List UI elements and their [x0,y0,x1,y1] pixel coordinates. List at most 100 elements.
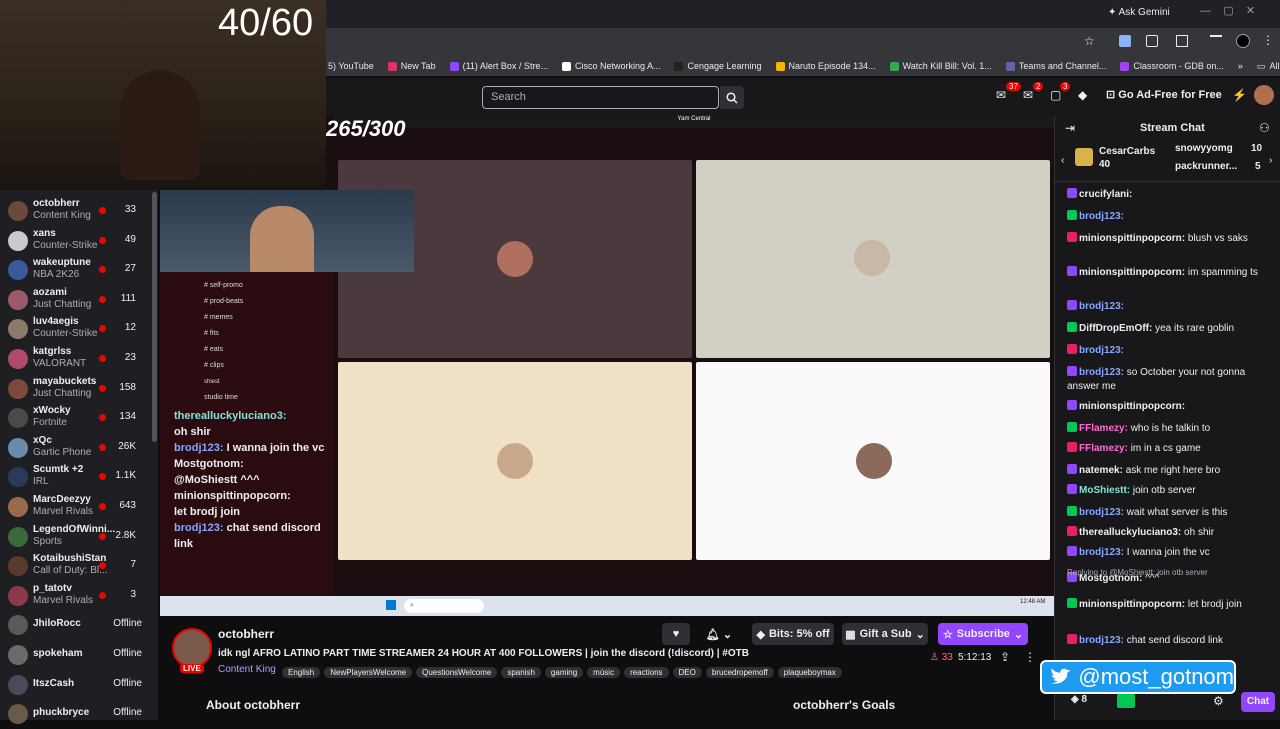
prime-crown-icon[interactable]: ◆ [1078,88,1087,102]
tag[interactable]: NewPlayersWelcome [324,667,413,678]
chat-username[interactable]: therealluckyluciano3: [1079,527,1181,538]
puzzle-icon[interactable] [1146,35,1158,47]
channel-item[interactable]: # prod-beats [204,294,243,310]
chat-username[interactable]: brodj123: [1079,507,1124,518]
chat-username[interactable]: brodj123: [1079,547,1124,558]
sidebar-channel-item[interactable]: LegendOfWinni... Sports 2.8K [0,522,150,552]
follow-heart-button[interactable]: ♥ [662,623,690,645]
sidebar-scrollbar[interactable] [152,192,157,442]
tag[interactable]: brucedropemoff [705,667,774,678]
inbox-icon[interactable]: ✉ [996,88,1006,102]
channel-item[interactable]: # eats [204,342,243,358]
chat-username[interactable]: FFlamezy: [1079,423,1128,434]
bookmark-newtab[interactable]: New Tab [387,61,436,71]
sidebar-channel-item[interactable]: aozami Just Chatting 111 [0,285,150,315]
bookmark-killbill[interactable]: Watch Kill Bill: Vol. 1... [889,61,992,71]
notification-bell-button[interactable]: 🔔︎ ⌄ [700,623,738,645]
chat-settings-icon[interactable]: ⚙ [1213,694,1224,708]
chat-send-button[interactable]: Chat [1241,692,1275,712]
chat-username[interactable]: minionspittinpopcorn: [1079,233,1185,244]
all-bookmarks-button[interactable]: ▭ All Bookmarks [1257,61,1280,72]
chat-username[interactable]: DiffDropEmOff: [1079,323,1152,334]
sidebar-channel-item[interactable]: octobherr Content King 33 [0,196,150,226]
channel-item[interactable]: # self-promo [204,278,243,294]
channel-name[interactable]: octobherr [218,627,274,641]
channel-item[interactable]: # fits [204,326,243,342]
leaderboard-prev-icon[interactable]: ‹ [1061,155,1064,166]
tag[interactable]: gaming [544,667,584,678]
whispers-icon[interactable]: ✉ [1023,88,1033,102]
user-avatar[interactable] [1254,85,1274,105]
extension-icon[interactable] [1119,35,1131,47]
tag[interactable]: plaqueboymax [777,667,842,678]
sidebar-channel-item[interactable]: phuckbryce Offline [0,699,150,729]
turbo-icon[interactable]: ⚡ [1232,88,1247,102]
channel-item[interactable]: # memes [204,310,243,326]
sidebar-channel-item[interactable]: mayabuckets Just Chatting 158 [0,374,150,404]
more-menu-icon[interactable]: ⋮ [1262,33,1274,47]
sidebar-channel-item[interactable]: wakeuptune NBA 2K26 27 [0,255,150,285]
bits-button[interactable]: ◆ Bits: 5% off [752,623,834,645]
bookmark-teams[interactable]: Teams and Channel... [1005,61,1106,71]
tag[interactable]: músic [587,667,621,678]
bookmark-alertbox[interactable]: (11) Alert Box / Stre... [449,61,548,71]
chat-username[interactable]: natemek: [1079,465,1123,476]
users-in-chat-icon[interactable]: ⚇ [1259,121,1270,135]
sidebar-channel-item[interactable]: spokeham Offline [0,640,150,670]
windows-start-icon[interactable] [386,600,396,610]
bookmark-naruto[interactable]: Naruto Episode 134... [775,61,876,71]
bookmark-star-icon[interactable]: ☆ [1084,34,1095,48]
chat-username[interactable]: MoShiestt: [1079,485,1130,496]
chat-username[interactable]: brodj123: [1079,635,1124,646]
channel-item[interactable]: # clips [204,358,243,374]
taskbar-search[interactable]: ⌕ [404,599,484,613]
leaderboard-next-icon[interactable]: › [1269,155,1272,166]
call-tile-4[interactable] [696,362,1050,560]
chat-username[interactable]: brodj123: [1079,345,1124,356]
sidebar-channel-item[interactable]: MarcDeezyy Marvel Rivals 643 [0,492,150,522]
channel-points[interactable]: ◈ 8 [1071,694,1087,705]
sidebar-channel-item[interactable]: p_tatotv Marvel Rivals 3 [0,581,150,611]
call-tile-3[interactable] [338,362,692,560]
points-reward-icon[interactable] [1117,694,1135,708]
voice-channel[interactable]: studio time [204,390,243,406]
ask-gemini-button[interactable]: ✦ Ask Gemini [1108,7,1170,18]
search-button[interactable] [720,86,744,109]
bookmark-cisco[interactable]: Cisco Networking A... [561,61,660,71]
sidebar-channel-item[interactable]: ItszCash Offline [0,670,150,700]
sidebar-channel-item[interactable]: KotaibushiStan Call of Duty: Bl... 7 [0,551,150,581]
gift-sub-button[interactable]: ▦ Gift a Sub ⌄ [842,623,928,645]
bookmark-youtube[interactable]: 5) YouTube [328,61,374,71]
window-controls[interactable]: — ▢ ✕ [1200,4,1255,17]
sidebar-channel-item[interactable]: katgrlss VALORANT 23 [0,344,150,374]
share-icon[interactable]: ⇪ [1000,650,1010,664]
chat-username[interactable]: brodj123: [1079,211,1124,222]
notifications-icon[interactable]: ▢ [1050,88,1061,102]
bookmarks-overflow-icon[interactable]: » [1238,61,1243,71]
chat-username[interactable]: crucifylani: [1079,189,1132,200]
call-tile-2[interactable] [696,160,1050,358]
search-input[interactable]: Search [482,86,719,109]
sidebar-channel-item[interactable]: xWocky Fortnite 134 [0,403,150,433]
tag[interactable]: English [282,667,321,678]
tag[interactable]: reactions [624,667,669,678]
chat-username[interactable]: FFlamezy: [1079,443,1128,454]
tag[interactable]: DEO [672,667,702,678]
split-view-icon[interactable] [1176,35,1188,47]
chat-username[interactable]: minionspittinpopcorn: [1079,401,1185,412]
chat-username[interactable]: brodj123: [1079,367,1124,378]
menu-list-icon[interactable] [1210,35,1222,47]
sidebar-channel-item[interactable]: xQc Gartic Phone 26K [0,433,150,463]
chat-username[interactable]: minionspittinpopcorn: [1079,599,1185,610]
subscribe-button[interactable]: ☆ Subscribe ⌄ [938,623,1028,645]
sidebar-channel-item[interactable]: xans Counter-Strike 49 [0,226,150,256]
sidebar-channel-item[interactable]: luv4aegis Counter-Strike 12 [0,314,150,344]
sidebar-channel-item[interactable]: JhiloRocc Offline [0,610,150,640]
profile-avatar[interactable] [1236,34,1250,48]
more-options-icon[interactable]: ⋮ [1024,650,1036,664]
chat-username[interactable]: brodj123: [1079,301,1124,312]
tag[interactable]: QuestionsWelcome [416,667,498,678]
collapse-chat-icon[interactable]: ⇥ [1065,121,1075,135]
tag[interactable]: spanish [501,667,541,678]
stream-category[interactable]: Content King [218,664,276,675]
